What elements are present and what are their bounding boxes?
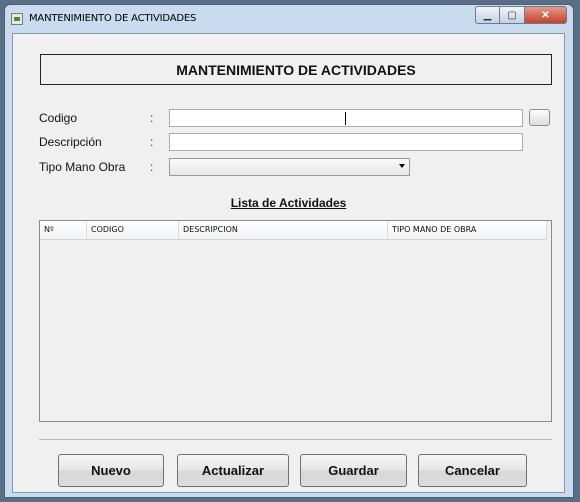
codigo-label: Codigo xyxy=(39,111,78,125)
window-title: MANTENIMIENTO DE ACTIVIDADES xyxy=(29,13,197,24)
actualizar-button[interactable]: Actualizar xyxy=(177,454,289,487)
codigo-colon: : xyxy=(150,111,154,125)
form-header: MANTENIMIENTO DE ACTIVIDADES xyxy=(40,54,552,85)
title-bar[interactable]: MANTENIMIENTO DE ACTIVIDADES ▁ ▢ ✕ xyxy=(5,5,573,33)
nuevo-button[interactable]: Nuevo xyxy=(58,454,164,487)
minimize-icon: ▁ xyxy=(483,9,492,21)
window-controls: ▁ ▢ ✕ xyxy=(475,6,567,24)
column-header-descripcion[interactable]: DESCRIPCION xyxy=(179,221,388,239)
guardar-button[interactable]: Guardar xyxy=(300,454,407,487)
app-window-icon xyxy=(11,13,23,25)
close-icon: ✕ xyxy=(541,9,550,21)
table-header: Nº CODIGO DESCRIPCION TIPO MANO DE OBRA xyxy=(40,221,547,240)
activities-table[interactable]: Nº CODIGO DESCRIPCION TIPO MANO DE OBRA xyxy=(39,220,552,422)
window: MANTENIMIENTO DE ACTIVIDADES ▁ ▢ ✕ MANTE… xyxy=(4,4,574,498)
minimize-button[interactable]: ▁ xyxy=(475,6,500,24)
tipo-mano-obra-label: Tipo Mano Obra xyxy=(39,160,126,174)
chevron-down-icon xyxy=(399,164,405,168)
tipo-mano-obra-select[interactable] xyxy=(169,158,410,176)
codigo-input[interactable] xyxy=(169,109,523,127)
column-header-numero[interactable]: Nº xyxy=(40,221,87,239)
close-button[interactable]: ✕ xyxy=(525,6,567,24)
form-panel: MANTENIMIENTO DE ACTIVIDADES Codigo : De… xyxy=(12,33,565,493)
search-codigo-button[interactable] xyxy=(529,109,550,126)
text-caret xyxy=(345,112,346,125)
column-header-codigo[interactable]: CODIGO xyxy=(87,221,179,239)
descripcion-label: Descripción xyxy=(39,135,102,149)
column-header-tipo-mano-obra[interactable]: TIPO MANO DE OBRA xyxy=(388,221,547,239)
maximize-button[interactable]: ▢ xyxy=(500,6,525,24)
list-title: Lista de Actividades xyxy=(230,196,347,210)
descripcion-colon: : xyxy=(150,135,154,149)
separator xyxy=(39,439,552,440)
descripcion-input[interactable] xyxy=(169,133,523,151)
cancelar-button[interactable]: Cancelar xyxy=(418,454,527,487)
maximize-icon: ▢ xyxy=(507,9,517,21)
tipo-colon: : xyxy=(150,160,154,174)
